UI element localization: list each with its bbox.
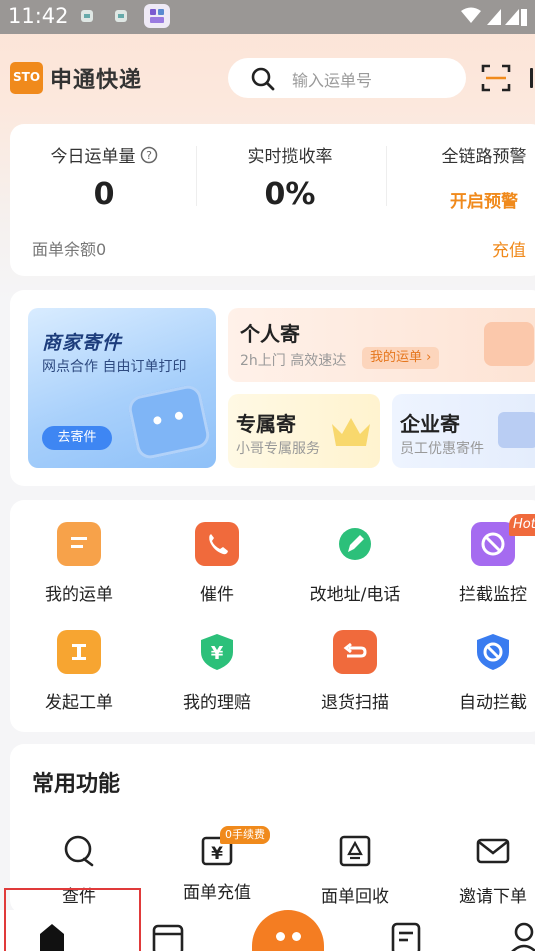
search-chat-icon bbox=[64, 835, 94, 867]
work-order-icon bbox=[57, 630, 101, 674]
search-placeholder: 输入运单号 bbox=[292, 71, 373, 90]
recharge-link[interactable]: 充值 bbox=[492, 236, 526, 261]
app-notification-icon bbox=[144, 4, 170, 28]
feature-return-scan[interactable]: 退货扫描 bbox=[286, 630, 424, 713]
my-orders-link[interactable]: 我的运单 › bbox=[362, 347, 440, 369]
waybill-balance: 面单余额0 bbox=[32, 240, 107, 259]
feature-label: 发起工单 bbox=[45, 693, 113, 713]
divider bbox=[386, 146, 387, 206]
recharge-icon: ¥ 0手续费 bbox=[200, 826, 270, 868]
merchant-title: 商家寄件 bbox=[42, 332, 123, 354]
feature-work-order[interactable]: 发起工单 bbox=[10, 630, 148, 713]
feature-label: 我的运单 bbox=[45, 585, 113, 605]
zero-fee-badge: 0手续费 bbox=[220, 826, 270, 844]
feature-grid: 我的运单 催件 改地址/电话 Hot 拦截监控 发起工单 ¥ 我的理赔 退货扫描… bbox=[10, 500, 535, 732]
divider bbox=[196, 146, 197, 206]
status-bar: 11:42 bbox=[0, 0, 535, 34]
feature-change-address[interactable]: 改地址/电话 bbox=[286, 522, 424, 605]
feature-label: 退货扫描 bbox=[321, 693, 389, 713]
scan-icon[interactable] bbox=[480, 62, 512, 94]
crown-icon bbox=[332, 418, 370, 446]
claim-icon: ¥ bbox=[195, 630, 239, 674]
profile-icon[interactable] bbox=[508, 920, 535, 951]
common-invite[interactable]: 邀请下单 bbox=[424, 834, 535, 907]
svg-text:¥: ¥ bbox=[211, 844, 223, 864]
common-label: 邀请下单 bbox=[459, 887, 527, 907]
shipping-options-card: 商家寄件 网点合作 自由订单打印 去寄件 个人寄 2h上门 高效速达 我的运单 … bbox=[10, 290, 535, 486]
feature-label: 自动拦截 bbox=[459, 693, 527, 713]
chain-alert-label: 全链路预警 bbox=[441, 147, 527, 167]
pickup-rate-label: 实时揽收率 bbox=[247, 147, 333, 167]
feature-urge[interactable]: 催件 bbox=[148, 522, 286, 605]
home-tab-highlight bbox=[4, 888, 141, 951]
feature-my-waybill[interactable]: 我的运单 bbox=[10, 522, 148, 605]
feature-label: 改地址/电话 bbox=[309, 585, 401, 605]
search-input[interactable]: 输入运单号 bbox=[228, 58, 466, 98]
auto-intercept-icon bbox=[471, 630, 515, 674]
more-icon[interactable] bbox=[527, 66, 535, 90]
common-recharge[interactable]: ¥ 0手续费 面单充值 bbox=[148, 826, 286, 903]
return-scan-icon bbox=[333, 630, 377, 674]
open-alert-link[interactable]: 开启预警 bbox=[414, 187, 535, 212]
enterprise-subtitle: 员工优惠寄件 bbox=[400, 441, 484, 457]
common-functions-title: 常用功能 bbox=[32, 772, 121, 797]
stats-card: 今日运单量? 0 实时揽收率 0% 全链路预警 开启预警 面单余额0 充值 bbox=[10, 124, 535, 276]
notification-icon bbox=[115, 10, 127, 22]
parcel-icon bbox=[484, 322, 534, 366]
signal-battery-icon bbox=[461, 7, 527, 26]
personal-title: 个人寄 bbox=[240, 322, 300, 346]
exclusive-title: 专属寄 bbox=[236, 412, 296, 436]
common-recycle[interactable]: 面单回收 bbox=[286, 834, 424, 907]
common-label: 面单充值 bbox=[183, 883, 251, 903]
sto-logo: STO bbox=[10, 62, 43, 94]
notification-icon bbox=[81, 10, 93, 22]
box-mascot-icon bbox=[126, 383, 212, 461]
today-orders-label: 今日运单量? bbox=[34, 142, 174, 167]
svg-text:?: ? bbox=[146, 149, 152, 162]
chain-alert-stat: 全链路预警 开启预警 bbox=[414, 142, 535, 212]
merchant-subtitle: 网点合作 自由订单打印 bbox=[42, 359, 187, 375]
exclusive-subtitle: 小哥专属服务 bbox=[236, 441, 320, 457]
go-ship-button[interactable]: 去寄件 bbox=[42, 426, 112, 450]
help-icon[interactable]: ? bbox=[140, 146, 158, 164]
enterprise-title: 企业寄 bbox=[400, 412, 460, 436]
feature-my-claims[interactable]: ¥ 我的理赔 bbox=[148, 630, 286, 713]
hot-badge: Hot bbox=[509, 514, 535, 536]
edit-pen-icon bbox=[333, 522, 377, 566]
pickup-rate-stat[interactable]: 实时揽收率 0% bbox=[220, 142, 360, 212]
intercept-monitor-icon: Hot bbox=[471, 514, 535, 566]
phone-icon bbox=[195, 522, 239, 566]
personal-subtitle: 2h上门 高效速达 bbox=[240, 353, 347, 369]
svg-text:¥: ¥ bbox=[211, 643, 224, 664]
document-icon bbox=[498, 412, 535, 448]
pickup-rate-value: 0% bbox=[264, 177, 316, 212]
feature-auto-intercept[interactable]: 自动拦截 bbox=[424, 630, 535, 713]
recycle-icon bbox=[339, 835, 371, 867]
feature-label: 催件 bbox=[200, 585, 234, 605]
search-icon bbox=[251, 67, 275, 91]
status-time: 11:42 bbox=[8, 4, 69, 28]
orders-icon[interactable] bbox=[390, 920, 422, 951]
center-action-icon[interactable] bbox=[252, 910, 324, 951]
feature-label: 我的理赔 bbox=[183, 693, 251, 713]
home-icon[interactable] bbox=[36, 920, 68, 951]
brand-name: 申通快递 bbox=[50, 68, 143, 93]
merchant-shipping-banner[interactable]: 商家寄件 网点合作 自由订单打印 去寄件 bbox=[28, 308, 216, 468]
exclusive-shipping-card[interactable]: 专属寄 小哥专属服务 bbox=[228, 394, 380, 468]
personal-shipping-card[interactable]: 个人寄 2h上门 高效速达 我的运单 › bbox=[228, 308, 535, 382]
enterprise-shipping-card[interactable]: 企业寄 员工优惠寄件 bbox=[392, 394, 535, 468]
mail-icon bbox=[476, 838, 510, 864]
feature-label: 拦截监控 bbox=[459, 585, 527, 605]
waybill-icon bbox=[57, 522, 101, 566]
today-orders-stat[interactable]: 今日运单量? 0 bbox=[34, 142, 174, 212]
top-header: STO 申通快递 输入运单号 bbox=[0, 48, 535, 108]
common-label: 面单回收 bbox=[321, 887, 389, 907]
today-orders-value: 0 bbox=[93, 177, 115, 212]
bottom-nav bbox=[0, 888, 535, 951]
wallet-icon[interactable] bbox=[152, 920, 184, 951]
feature-intercept-monitor[interactable]: Hot 拦截监控 bbox=[424, 514, 535, 605]
